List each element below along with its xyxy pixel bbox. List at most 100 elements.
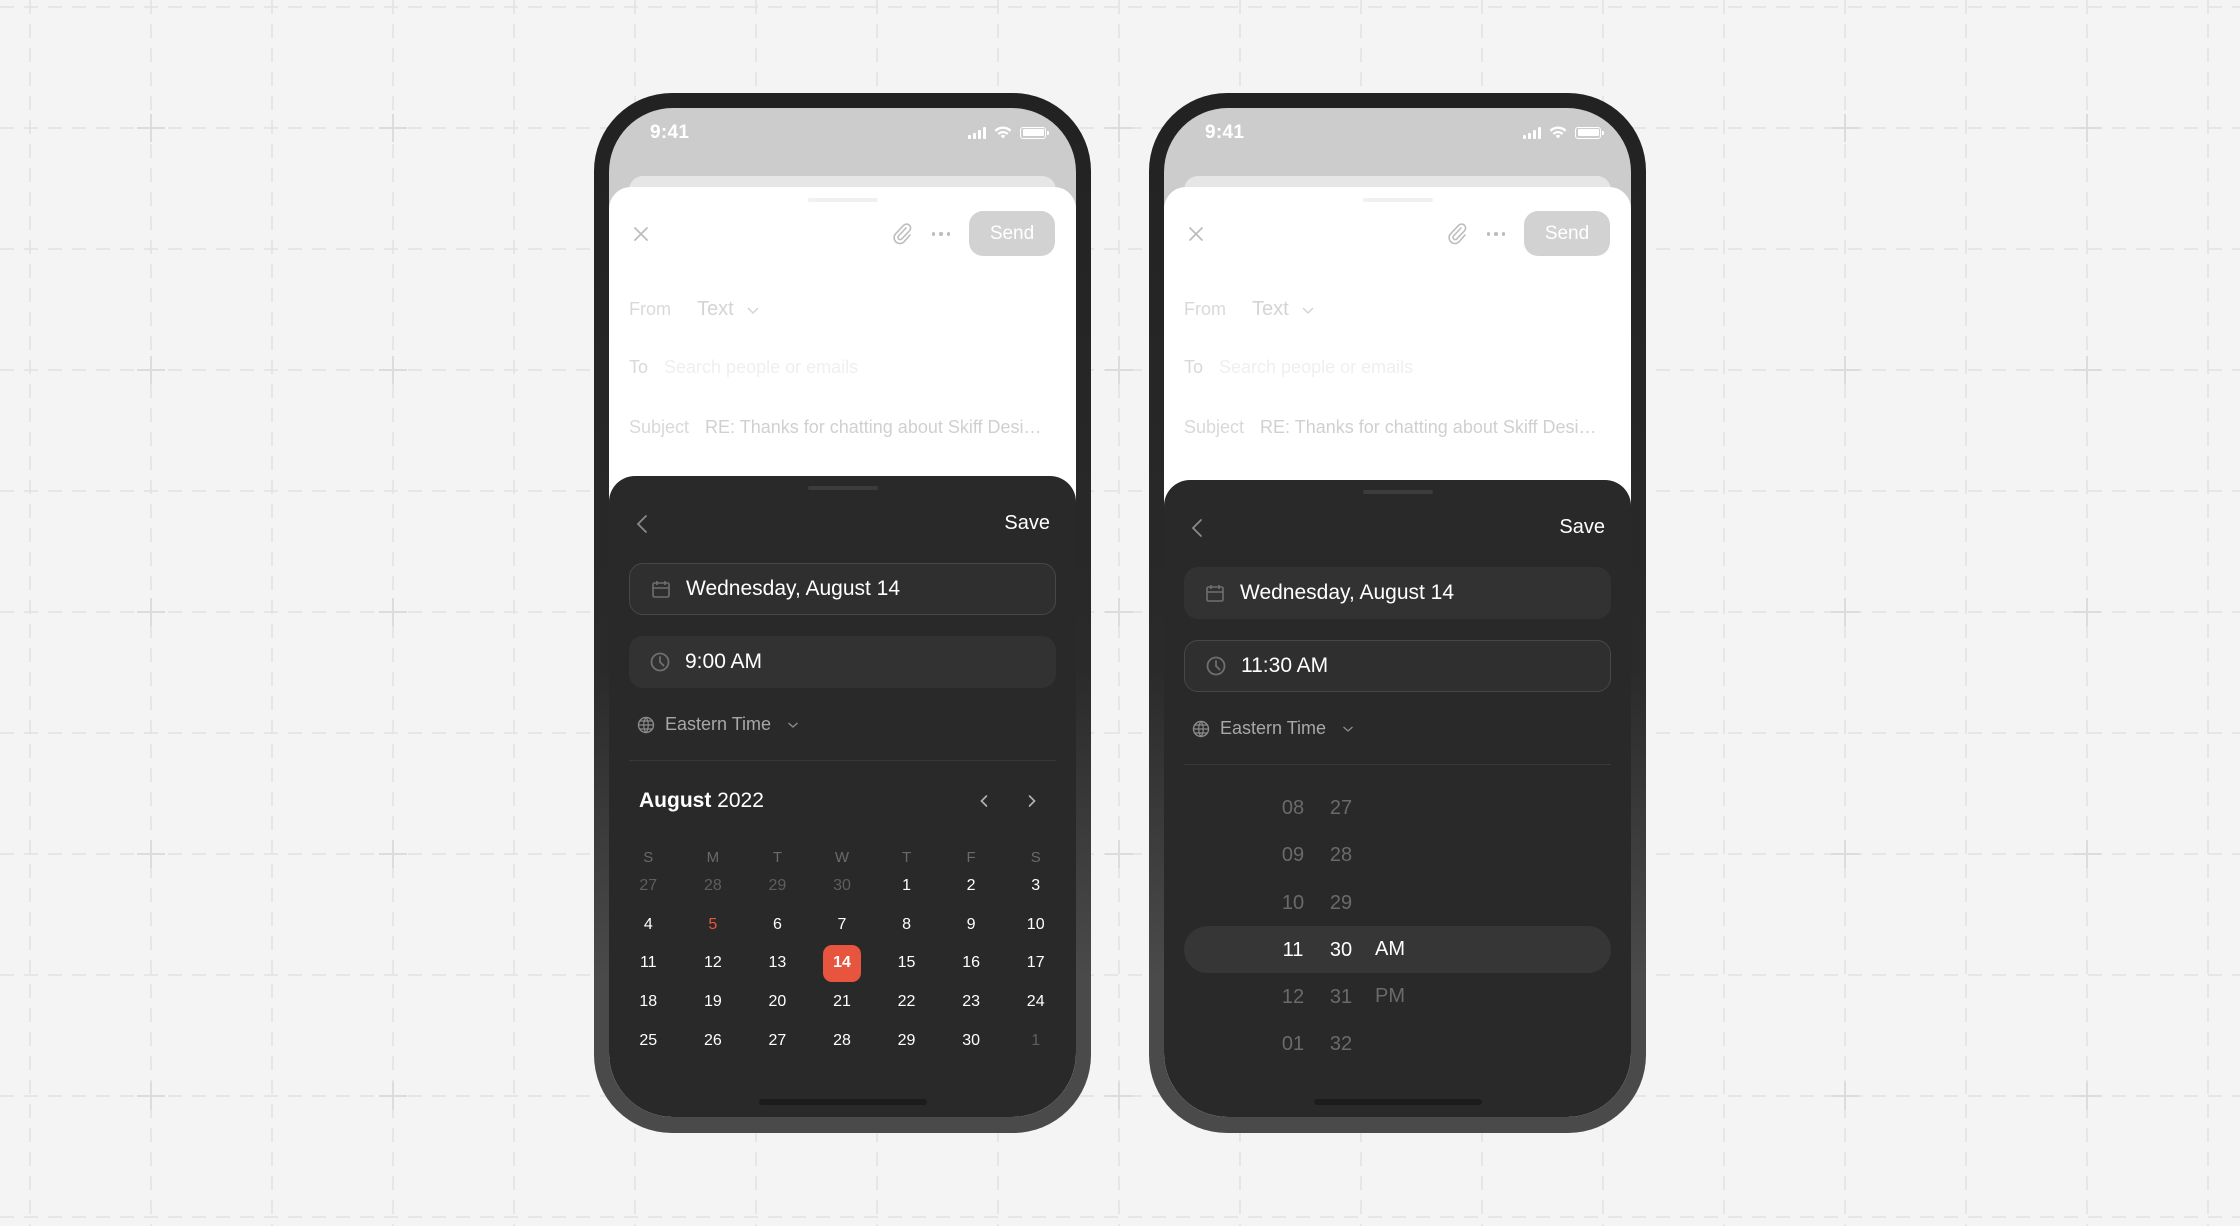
back-button[interactable] — [1188, 518, 1206, 540]
next-month-button[interactable] — [1022, 792, 1042, 812]
schedule-send-sheet: Save Wednesday, August 14 9:00 AM Easter… — [609, 476, 1076, 1117]
day-number: 22 — [897, 993, 916, 1011]
minute-option[interactable]: 31 — [1330, 974, 1352, 1021]
calendar-day[interactable]: 13 — [745, 944, 810, 983]
from-value[interactable]: Text — [1252, 298, 1289, 321]
save-button[interactable]: Save — [1559, 516, 1605, 539]
subject-value[interactable]: RE: Thanks for chatting about Skiff Desi… — [1260, 417, 1597, 438]
minute-option[interactable]: 32 — [1330, 1021, 1352, 1068]
minute-option[interactable]: 27 — [1330, 785, 1352, 832]
to-input[interactable] — [1219, 357, 1550, 378]
timezone-selector[interactable]: Eastern Time — [637, 714, 799, 735]
calendar-day[interactable]: 15 — [874, 944, 939, 983]
calendar-day-today[interactable]: 5 — [681, 906, 746, 945]
send-button[interactable]: Send — [1524, 211, 1610, 256]
hour-option[interactable]: 11 — [1283, 927, 1304, 974]
close-icon[interactable] — [631, 224, 651, 244]
from-field[interactable]: From Text — [1184, 298, 1615, 321]
calendar-day[interactable]: 9 — [939, 906, 1004, 945]
sheet-grabber[interactable] — [807, 198, 878, 202]
timezone-selector[interactable]: Eastern Time — [1192, 718, 1354, 739]
back-button[interactable] — [633, 514, 651, 536]
send-button[interactable]: Send — [969, 211, 1055, 256]
calendar-day[interactable]: 18 — [616, 983, 681, 1022]
calendar-day[interactable]: 23 — [939, 983, 1004, 1022]
calendar-day[interactable]: 8 — [874, 906, 939, 945]
home-indicator[interactable] — [758, 1099, 927, 1105]
calendar-day[interactable]: 27 — [745, 1021, 810, 1060]
more-horizontal-icon[interactable] — [1482, 222, 1510, 246]
calendar-day[interactable]: 30 — [939, 1021, 1004, 1060]
calendar-day[interactable]: 27 — [616, 867, 681, 906]
date-field[interactable]: Wednesday, August 14 — [1184, 567, 1611, 619]
calendar-day[interactable]: 24 — [1003, 983, 1068, 1022]
weekday-header: S — [643, 848, 654, 866]
close-icon[interactable] — [1186, 224, 1206, 244]
calendar-day[interactable]: 21 — [810, 983, 875, 1022]
subject-value[interactable]: RE: Thanks for chatting about Skiff Desi… — [705, 417, 1042, 438]
calendar-day[interactable]: 28 — [681, 867, 746, 906]
hour-option[interactable]: 10 — [1282, 880, 1304, 927]
calendar-day[interactable]: 7 — [810, 906, 875, 945]
hour-wheel[interactable]: 08 09 10 11 12 01 — [1271, 785, 1315, 1069]
to-input[interactable] — [664, 357, 995, 378]
day-number: 6 — [772, 915, 782, 933]
paperclip-icon[interactable] — [1446, 222, 1468, 246]
subject-field[interactable]: Subject RE: Thanks for chatting about Sk… — [1184, 417, 1615, 438]
more-horizontal-icon[interactable] — [927, 222, 955, 246]
calendar-day[interactable]: 22 — [874, 983, 939, 1022]
period-option[interactable]: PM — [1375, 973, 1405, 1020]
home-indicator[interactable] — [1313, 1099, 1482, 1105]
calendar-day[interactable]: 20 — [745, 983, 810, 1022]
calendar-day[interactable]: 3 — [1003, 867, 1068, 906]
calendar-day[interactable]: 30 — [810, 867, 875, 906]
chevron-down-icon[interactable] — [746, 305, 760, 315]
hour-option[interactable]: 01 — [1282, 1021, 1304, 1068]
paperclip-icon[interactable] — [891, 222, 913, 246]
chevron-left-icon — [1191, 519, 1202, 537]
calendar-day[interactable]: 29 — [745, 867, 810, 906]
period-option[interactable]: AM — [1375, 926, 1405, 973]
hour-option[interactable]: 08 — [1282, 785, 1304, 832]
minute-option[interactable]: 29 — [1330, 880, 1352, 927]
save-button[interactable]: Save — [1004, 512, 1050, 535]
time-field[interactable]: 9:00 AM — [629, 636, 1056, 688]
from-field[interactable]: From Text — [629, 298, 1060, 321]
hour-option[interactable]: 09 — [1282, 832, 1304, 879]
time-field[interactable]: 11:30 AM — [1184, 640, 1611, 692]
calendar-day[interactable]: 11 — [616, 944, 681, 983]
sheet-grabber[interactable] — [807, 486, 878, 490]
calendar-day[interactable]: 17 — [1003, 944, 1068, 983]
calendar-day[interactable]: 16 — [939, 944, 1004, 983]
calendar-day-selected[interactable]: 14 — [810, 944, 875, 983]
minute-wheel[interactable]: 27 28 29 30 31 32 — [1319, 785, 1363, 1069]
period-wheel[interactable]: AM PM — [1368, 926, 1412, 1021]
sheet-grabber[interactable] — [1362, 490, 1433, 494]
calendar-day[interactable]: 28 — [810, 1021, 875, 1060]
calendar-day[interactable]: 12 — [681, 944, 746, 983]
calendar-day[interactable]: 10 — [1003, 906, 1068, 945]
calendar-day[interactable]: 1 — [874, 867, 939, 906]
date-value: Wednesday, August 14 — [1240, 581, 1455, 604]
day-number: 15 — [897, 954, 916, 972]
calendar-day[interactable]: 26 — [681, 1021, 746, 1060]
chevron-down-icon[interactable] — [1301, 305, 1315, 315]
calendar-day[interactable]: 1 — [1003, 1021, 1068, 1060]
calendar-day[interactable]: 6 — [745, 906, 810, 945]
previous-month-button[interactable] — [974, 792, 994, 812]
minute-option[interactable]: 28 — [1330, 832, 1352, 879]
calendar-day[interactable]: 19 — [681, 983, 746, 1022]
sheet-grabber[interactable] — [1362, 198, 1433, 202]
cellular-signal-icon — [968, 126, 986, 139]
hour-option[interactable]: 12 — [1282, 974, 1304, 1021]
calendar-day[interactable]: 25 — [616, 1021, 681, 1060]
from-value[interactable]: Text — [697, 298, 734, 321]
date-field[interactable]: Wednesday, August 14 — [629, 563, 1056, 615]
calendar-day[interactable]: 2 — [939, 867, 1004, 906]
calendar-day[interactable]: 4 — [616, 906, 681, 945]
minute-option[interactable]: 30 — [1330, 927, 1352, 974]
background-grid — [0, 0, 2240, 1226]
calendar-day[interactable]: 29 — [874, 1021, 939, 1060]
subject-field[interactable]: Subject RE: Thanks for chatting about Sk… — [629, 417, 1060, 438]
time-value: 9:00 AM — [685, 650, 763, 673]
